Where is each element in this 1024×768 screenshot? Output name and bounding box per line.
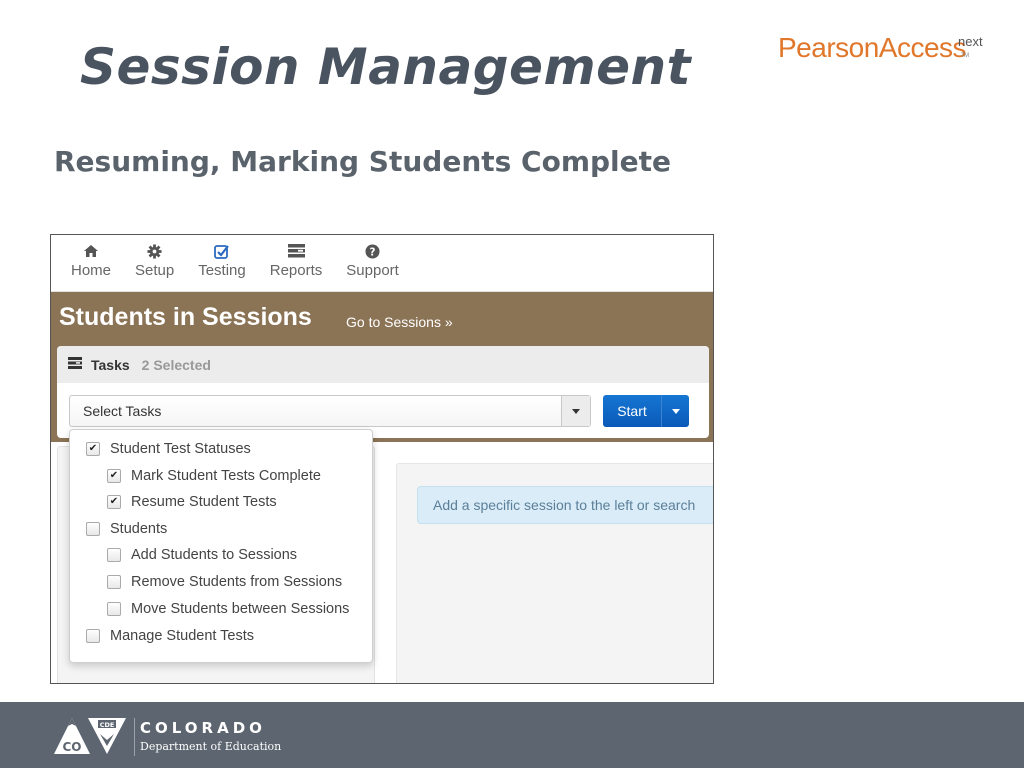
tasks-selected-count: 2 Selected [141,356,211,373]
page-heading: Students in Sessions [59,303,312,331]
nav-setup[interactable]: Setup [125,235,184,291]
nav-reports-label: Reports [269,262,323,279]
footer-dept: Department of Education [140,740,282,753]
svg-text:?: ? [370,246,376,258]
nav-testing-label: Testing [198,262,246,279]
task-option-move-students[interactable]: Move Students between Sessions [107,601,349,617]
start-options-caret-icon[interactable] [661,395,689,427]
app-screenshot: Home Setup Testing Reports ? Support Stu… [50,234,714,684]
checkbox-checked[interactable]: ✔ [107,469,121,483]
checkbox-unchecked[interactable] [86,522,100,536]
start-button-group: Start [603,395,689,427]
task-option-remove-students[interactable]: Remove Students from Sessions [107,574,342,590]
select-tasks-dropdown[interactable]: Select Tasks [69,395,591,427]
footer: CO CDE COLORADO Department of Education [0,702,1024,768]
start-button[interactable]: Start [603,395,661,427]
brand-suffix: next [958,34,983,49]
checkbox-unchecked[interactable] [107,602,121,616]
pearson-access-logo: PearsonAccess next TM [778,32,983,64]
task-option-manage-student-tests[interactable]: Manage Student Tests [86,628,254,644]
task-option-label: Remove Students from Sessions [131,574,343,590]
nav-home-label: Home [71,262,112,279]
nav-testing[interactable]: Testing [188,235,256,291]
tasks-dropdown-menu: ✔ Student Test Statuses ✔ Mark Student T… [69,429,373,663]
slide-subtitle: Resuming, Marking Students Complete [54,145,672,178]
reports-icon [287,243,305,259]
info-alert: Add a specific session to the left or se… [417,486,713,524]
home-icon [83,243,99,259]
tasks-list-icon [68,356,82,374]
brand-trademark: TM [961,53,969,59]
caret-down-icon[interactable] [561,396,590,426]
task-option-label: Add Students to Sessions [131,547,298,563]
footer-divider [134,718,135,756]
slide-title: Session Management [80,38,691,96]
checkbox-unchecked[interactable] [107,548,121,562]
nav-setup-label: Setup [135,262,175,279]
task-option-label: Manage Student Tests [110,628,255,644]
footer-org: COLORADO [140,719,266,737]
checkbox-unchecked[interactable] [86,629,100,643]
task-option-student-test-statuses[interactable]: ✔ Student Test Statuses [86,441,251,457]
logo-cde-text: CDE [100,721,115,729]
task-option-students[interactable]: Students [86,521,167,537]
task-option-label: Students [110,521,168,537]
task-option-label: Student Test Statuses [110,441,251,457]
task-option-label: Mark Student Tests Complete [131,468,321,484]
logo-co-text: CO [62,740,81,754]
nav-support[interactable]: ? Support [336,235,409,291]
nav-reports[interactable]: Reports [260,235,333,291]
task-option-mark-complete[interactable]: ✔ Mark Student Tests Complete [107,468,321,484]
task-option-add-students[interactable]: Add Students to Sessions [107,547,297,563]
gear-icon [147,243,162,259]
task-option-resume-tests[interactable]: ✔ Resume Student Tests [107,494,277,510]
question-icon: ? [365,243,380,259]
task-option-label: Resume Student Tests [131,494,277,510]
nav-home[interactable]: Home [61,235,121,291]
tasks-title: Tasks [91,356,130,373]
go-to-sessions-link[interactable]: Go to Sessions » [346,314,453,330]
select-tasks-value: Select Tasks [83,403,162,419]
task-option-label: Move Students between Sessions [131,601,350,617]
top-nav: Home Setup Testing Reports ? Support [51,235,713,292]
tasks-panel: Tasks 2 Selected Select Tasks Start [57,346,709,438]
checkbox-checked[interactable]: ✔ [107,495,121,509]
colorado-cde-logo-icon: CO CDE [52,714,128,760]
brand-name: PearsonAccess [778,32,967,63]
checkbox-checked[interactable]: ✔ [86,442,100,456]
tasks-header: Tasks 2 Selected [57,346,709,383]
checkbox-icon [214,243,230,259]
nav-support-label: Support [346,262,399,279]
students-panel: Add a specific session to the left or se… [396,463,713,683]
checkbox-unchecked[interactable] [107,575,121,589]
